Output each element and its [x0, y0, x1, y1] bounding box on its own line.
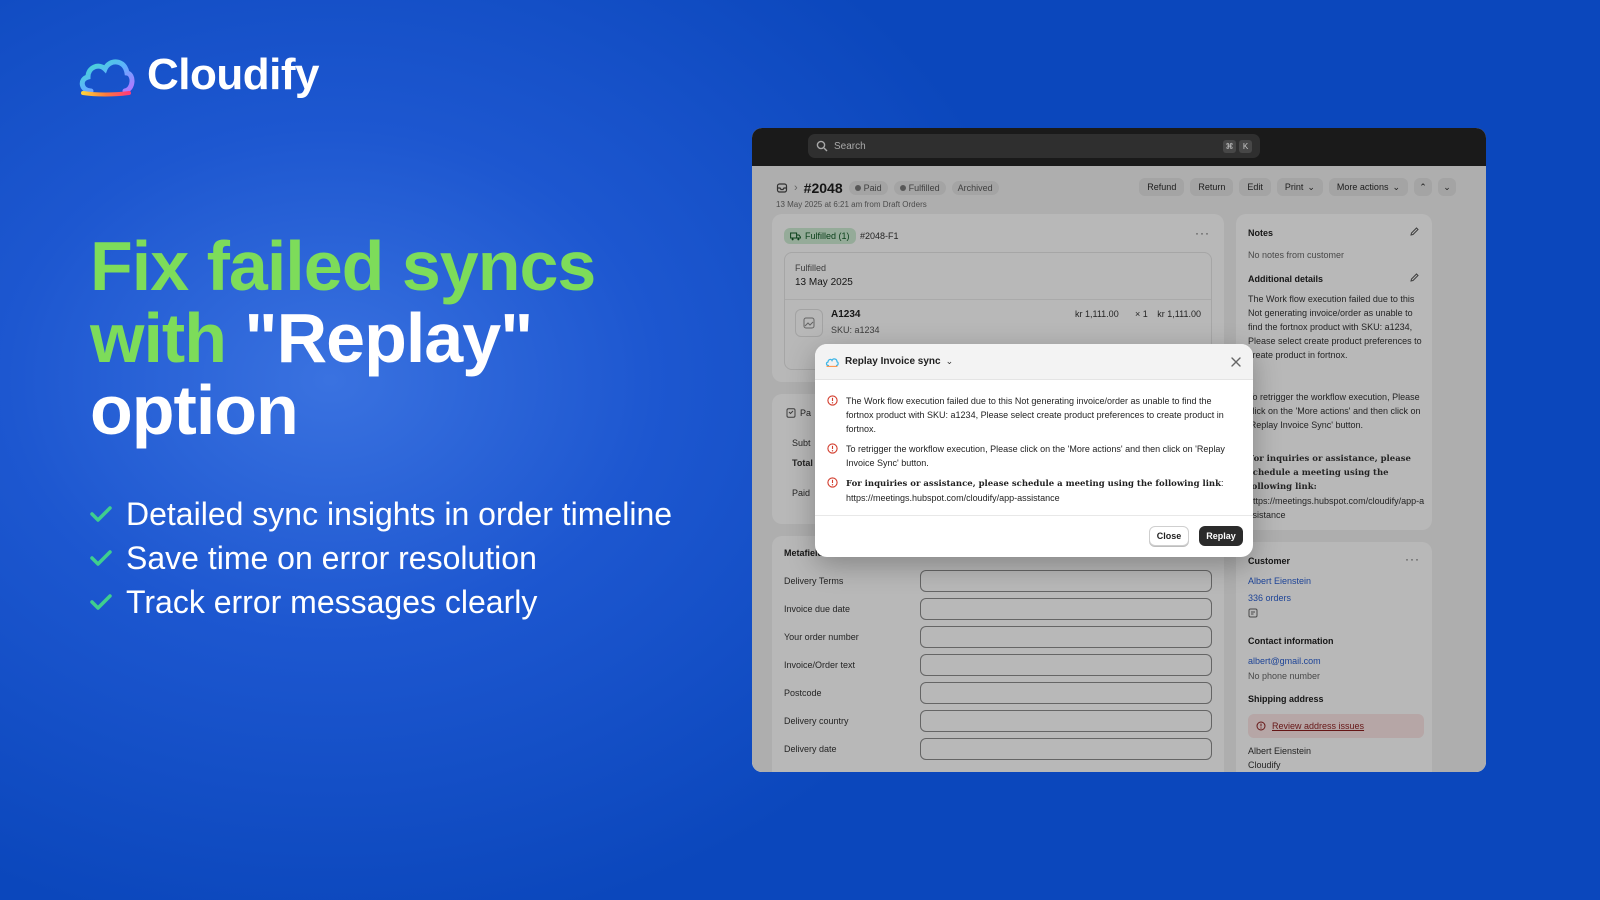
headline-line-3: option [90, 371, 299, 449]
feature-item: Save time on error resolution [90, 536, 672, 580]
inquiry-link[interactable]: https://meetings.hubspot.com/cloudify/ap… [846, 493, 1060, 503]
error-message: The Work flow execution failed due to th… [827, 394, 1241, 436]
close-button[interactable]: Close [1149, 526, 1189, 546]
inquiry-text: For inquiries or assistance, please sche… [846, 479, 1221, 489]
shortcut-key-cmd: ⌘ [1223, 139, 1236, 153]
feature-text: Detailed sync insights in order timeline [126, 495, 673, 532]
search-bar[interactable]: Search ⌘ K [808, 134, 1260, 158]
feature-text: Track error messages clearly [126, 583, 538, 620]
search-icon [816, 140, 828, 152]
alert-circle-icon [827, 477, 838, 488]
headline-line-1: Fix failed syncs [90, 227, 596, 305]
modal-header: Replay Invoice sync ⌄ [815, 344, 1253, 380]
close-icon[interactable] [1229, 355, 1243, 369]
shortcut-key-k: K [1239, 139, 1252, 153]
inquiry-message: For inquiries or assistance, please sche… [846, 478, 1224, 503]
top-bar: Search ⌘ K [752, 128, 1486, 166]
cloud-logo-icon [79, 59, 135, 97]
chevron-down-icon[interactable]: ⌄ [946, 356, 954, 367]
error-message-text: The Work flow execution failed due to th… [846, 396, 1224, 434]
headline-line-2-white: "Replay" [244, 299, 533, 377]
replay-button[interactable]: Replay [1199, 526, 1243, 546]
check-icon [90, 506, 112, 522]
cloud-logo-icon [825, 357, 839, 367]
error-message-text: To retrigger the workflow execution, Ple… [846, 444, 1225, 468]
check-icon [90, 594, 112, 610]
search-input[interactable]: Search [834, 141, 1220, 152]
feature-text: Save time on error resolution [126, 539, 537, 576]
modal-title[interactable]: Replay Invoice sync [845, 356, 941, 367]
feature-item: Detailed sync insights in order timeline [90, 492, 672, 536]
error-message: To retrigger the workflow execution, Ple… [827, 442, 1241, 470]
brand: Cloudify [77, 50, 319, 100]
headline: Fix failed syncs with "Replay" option [90, 230, 650, 446]
feature-list: Detailed sync insights in order timeline… [90, 492, 672, 624]
error-message: For inquiries or assistance, please sche… [827, 476, 1241, 505]
alert-circle-icon [827, 443, 838, 454]
alert-circle-icon [827, 395, 838, 406]
headline-line-2: with "Replay" [90, 302, 650, 374]
headline-line-2-green: with [90, 299, 245, 377]
check-icon [90, 550, 112, 566]
brand-name: Cloudify [147, 50, 319, 99]
replay-invoice-modal: Replay Invoice sync ⌄ The Work flow exec… [815, 344, 1253, 557]
feature-item: Track error messages clearly [90, 580, 672, 624]
modal-footer: Close Replay [815, 515, 1253, 557]
